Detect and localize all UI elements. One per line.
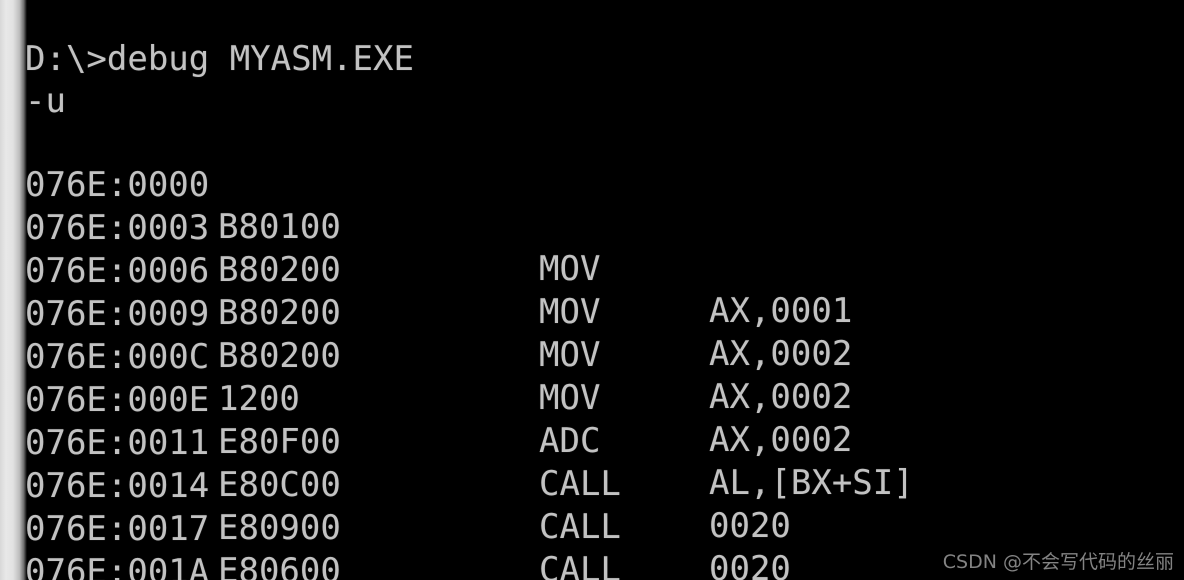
- disassembly-row: 076E:0006 B80200 MOV AX,0002: [0, 208, 1184, 417]
- disassembly-row: 076E:000C 1200 ADC AL,[BX+SI]: [0, 294, 1184, 503]
- debug-command-unassemble: -u: [25, 81, 66, 121]
- console-output-area[interactable]: D:\>debug MYASM.EXE -u 076E:0000 B80100 …: [0, 0, 1184, 580]
- disassembly-row: 076E:0014 E80900 CALL 0020: [0, 423, 1184, 580]
- disassembly-row: 076E:0000 B80100 MOV AX,0001: [0, 122, 1184, 331]
- disassembly-row: 076E:001A E80300 CALL 0020: [0, 509, 1184, 580]
- disassembly-row: 076E:0009 B80200 MOV AX,0002: [0, 251, 1184, 460]
- csdn-watermark: CSDN @不会写代码的丝丽: [942, 551, 1174, 573]
- disassembly-row: 076E:0011 E80C00 CALL 0020: [0, 380, 1184, 580]
- disassembly-row: 076E:000E E80F00 CALL 0020: [0, 337, 1184, 546]
- terminal-screen: D:\>debug MYASM.EXE -u 076E:0000 B80100 …: [0, 0, 1184, 580]
- disassembly-row: 076E:0003 B80200 MOV AX,0002: [0, 165, 1184, 374]
- command-prompt-line: D:\>debug MYASM.EXE: [25, 39, 414, 79]
- disassembly-row: 076E:0017 E80600 CALL 0020: [0, 466, 1184, 580]
